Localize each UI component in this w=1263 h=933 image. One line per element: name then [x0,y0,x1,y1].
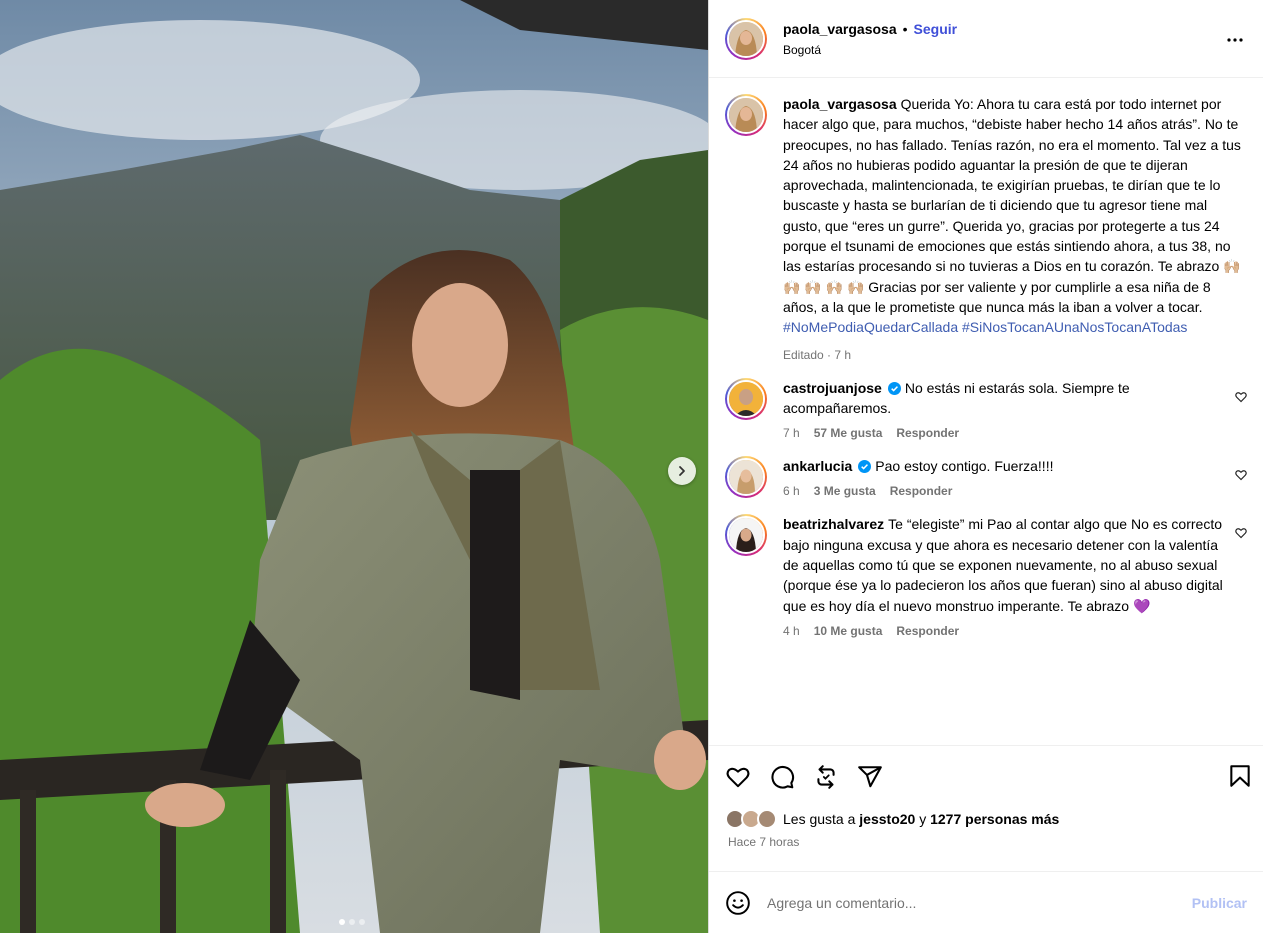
comment-time[interactable]: 7 h [783,426,800,440]
hashtag-link[interactable]: #NoMePodiaQuedarCallada [783,319,958,335]
carousel-dot-active [339,919,345,925]
post-photo[interactable] [0,0,708,933]
post-actions-bar [709,745,1263,807]
repost-button[interactable] [813,764,839,790]
comment-username[interactable]: beatrizhalvarez [783,516,884,532]
reply-button[interactable]: Responder [890,484,953,498]
verified-badge-icon [858,460,872,474]
avatar-image [729,381,763,416]
like-comment-button[interactable] [1235,526,1247,542]
next-image-button[interactable] [668,457,696,485]
follow-button[interactable]: Seguir [914,21,958,37]
post-timestamp[interactable]: Hace 7 horas [709,831,1263,871]
more-options-button[interactable] [1223,28,1247,55]
avatar-image [729,460,763,495]
heart-icon [1235,391,1247,402]
share-button[interactable] [857,764,883,790]
likes-count[interactable]: 1277 personas más [930,811,1059,827]
caption-username[interactable]: paola_vargasosa [783,96,897,112]
commenter-avatar[interactable] [725,377,767,420]
avatar-image [729,98,763,132]
reply-button[interactable]: Responder [896,426,959,440]
avatar-image [729,518,763,553]
caption-text: paola_vargasosa Querida Yo: Ahora tu cara… [783,94,1247,338]
post-details-panel: paola_vargasosa • Seguir Bogotá paola_va… [708,0,1263,933]
caption-meta: Editado · 7 h [783,347,852,362]
likes-conj: y [919,811,927,827]
chevron-right-icon [679,466,685,476]
likes-prefix: Les gusta a [783,811,856,827]
caption: paola_vargasosa Querida Yo: Ahora tu cara… [725,94,1247,362]
heart-icon [1235,470,1247,481]
carousel-indicator [339,919,365,925]
comment-button[interactable] [769,764,795,790]
repost-icon [817,764,835,789]
comment-username[interactable]: ankarlucia [783,458,852,474]
commenter-avatar[interactable] [725,514,767,557]
comment-username[interactable]: castrojuanjose [783,380,882,396]
liker-avatar [757,809,777,829]
likes-summary[interactable]: Les gusta a jessto20 y 1277 personas más [709,807,1263,831]
post-header: paola_vargasosa • Seguir Bogotá [709,0,1263,78]
like-comment-button[interactable] [1235,468,1247,484]
like-comment-button[interactable] [1235,390,1247,406]
caption-body: Querida Yo: Ahora tu cara está por todo … [783,96,1241,315]
comment-item: ankarlucia Pao estoy contigo. Fuerza!!!! … [725,456,1247,498]
comment-item: beatrizhalvarez Te “elegiste” mi Pao al c… [725,514,1247,638]
caption-author-avatar[interactable] [725,94,767,136]
like-button[interactable] [725,764,751,790]
comment-item: castrojuanjose No estás ni estarás sola. … [725,377,1247,440]
author-avatar[interactable] [725,17,767,60]
bookmark-icon [1230,765,1250,787]
save-button[interactable] [1227,763,1253,792]
liker-username[interactable]: jessto20 [859,811,915,827]
emoji-button[interactable] [725,890,751,916]
emoji-smile-icon [726,890,750,915]
comment-input[interactable] [767,894,1192,911]
avatar-image [729,21,763,56]
carousel-dot [349,919,355,925]
comment-likes[interactable]: 10 Me gusta [814,624,883,638]
separator-dot: • [902,20,908,37]
heart-icon [1235,528,1247,539]
comment-text: Pao estoy contigo. Fuerza!!!! [875,458,1054,475]
comment-time[interactable]: 4 h [783,624,800,638]
reply-button[interactable]: Responder [896,624,959,638]
comments-list[interactable]: paola_vargasosa Querida Yo: Ahora tu cara… [709,78,1263,745]
comment-bubble-icon [771,765,795,789]
send-icon [858,765,882,787]
author-username[interactable]: paola_vargasosa [783,21,897,37]
post-image [0,0,708,933]
more-horizontal-icon [1227,38,1243,42]
comment-time[interactable]: 6 h [783,484,800,498]
comment-likes[interactable]: 3 Me gusta [814,484,876,498]
carousel-dot [359,919,365,925]
comment-likes[interactable]: 57 Me gusta [814,426,883,440]
hashtag-link[interactable]: #SiNosTocanAUnaNosTocanATodas [962,319,1187,335]
post-location[interactable]: Bogotá [783,43,957,57]
heart-icon [726,767,750,787]
add-comment-bar: Publicar [709,871,1263,933]
verified-badge-icon [887,381,901,395]
commenter-avatar[interactable] [725,456,767,499]
publish-button[interactable]: Publicar [1192,895,1247,911]
